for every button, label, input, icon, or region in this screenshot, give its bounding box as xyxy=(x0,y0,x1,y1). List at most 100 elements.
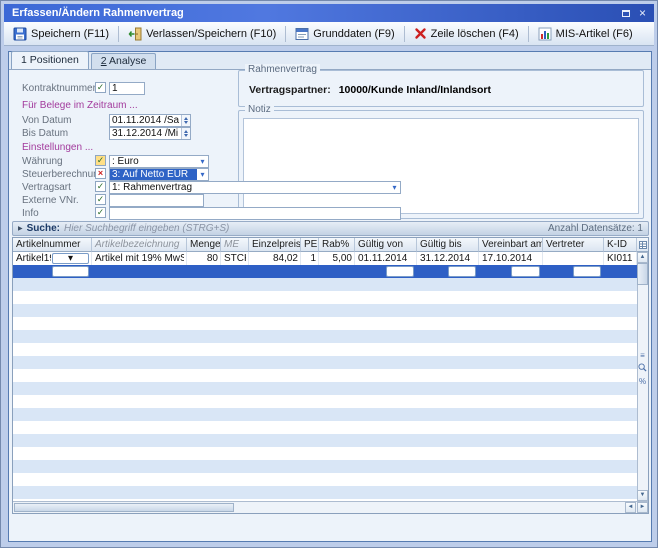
column-header-rab%[interactable]: Rab% xyxy=(319,238,355,252)
table-cell[interactable]: 1 xyxy=(301,252,319,265)
toolbar-separator xyxy=(285,26,286,42)
table-cell[interactable] xyxy=(604,265,637,278)
table-cell[interactable] xyxy=(543,252,604,265)
vscroll-thumb[interactable] xyxy=(637,263,648,285)
bis-datum-spinner[interactable] xyxy=(181,128,190,139)
grid-percent-icon[interactable]: % xyxy=(637,376,648,387)
grid-header-row: ArtikelnummerArtikelbezeichnungMengeMEEi… xyxy=(13,238,637,252)
steuerberechnung-checkbox[interactable]: × xyxy=(95,168,106,179)
horizontal-scrollbar[interactable]: ◄ ► xyxy=(13,501,648,513)
grunddaten-button[interactable]: Grunddaten (F9) xyxy=(289,24,400,44)
table-cell[interactable]: Artikel19Prozer▾ xyxy=(13,252,92,265)
table-cell[interactable] xyxy=(221,265,249,278)
table-cell[interactable] xyxy=(319,265,355,278)
waehrung-checkbox[interactable]: ✓ xyxy=(95,155,106,166)
column-chooser-button[interactable] xyxy=(637,238,648,252)
grunddaten-label: Grunddaten (F9) xyxy=(313,28,394,40)
table-cell[interactable]: ▾ xyxy=(479,265,543,278)
tab-analyse[interactable]: 2 Analyse xyxy=(91,53,157,69)
steuerberechnung-select[interactable]: 3: Auf Netto EUR ▾ xyxy=(109,168,209,181)
empty-row xyxy=(13,395,637,408)
table-cell[interactable]: ▾ xyxy=(13,265,92,278)
speichern-button[interactable]: Speichern (F11) xyxy=(7,24,115,44)
table-cell[interactable]: Artikel mit 19% MwSt. xyxy=(92,252,187,265)
table-cell[interactable]: 5,00 xyxy=(319,252,355,265)
cell-dropdown-button[interactable]: ▾ xyxy=(573,266,601,277)
table-cell[interactable]: STCK xyxy=(221,252,249,265)
bis-datum-input[interactable]: 31.12.2014 /Mi xyxy=(109,127,191,140)
empty-row xyxy=(13,317,637,330)
vertragsart-select[interactable]: 1: Rahmenvertrag ▾ xyxy=(109,181,401,194)
info-checkbox[interactable]: ✓ xyxy=(95,207,106,218)
scroll-up-button[interactable]: ▲ xyxy=(637,252,648,263)
externe-vnr-input[interactable] xyxy=(109,194,204,207)
hscroll-thumb[interactable] xyxy=(14,503,234,512)
close-button[interactable]: × xyxy=(635,6,650,20)
table-cell[interactable]: 84,02 xyxy=(249,252,301,265)
info-label: Info xyxy=(22,208,39,219)
form-row-von-datum: Von Datum 01.11.2014 /Sa xyxy=(9,114,651,127)
column-header-vereinbart-am[interactable]: Vereinbart am xyxy=(479,238,543,252)
form-row-bis-datum: Bis Datum 31.12.2014 /Mi xyxy=(9,127,651,140)
von-datum-input[interactable]: 01.11.2014 /Sa xyxy=(109,114,191,127)
cell-dropdown-button[interactable]: ▾ xyxy=(52,253,89,264)
vertragsart-value: 1: Rahmenvertrag xyxy=(110,182,389,193)
column-header-gültig-von[interactable]: Gültig von xyxy=(355,238,417,252)
scroll-left-button[interactable]: ◄ xyxy=(625,502,636,513)
table-cell[interactable]: ▾ xyxy=(543,265,604,278)
kontraktnummer-checkbox[interactable]: ✓ xyxy=(95,82,106,93)
mis-artikel-button[interactable]: MIS-Artikel (F6) xyxy=(532,24,639,44)
table-cell[interactable]: 80 xyxy=(187,252,221,265)
maximize-button[interactable] xyxy=(618,6,633,20)
column-header-artikelnummer[interactable]: Artikelnummer xyxy=(13,238,92,252)
column-header-artikelbezeichnung[interactable]: Artikelbezeichnung xyxy=(92,238,187,252)
table-cell[interactable] xyxy=(92,265,187,278)
form-row-steuerberechnung: Steuerberechnung × 3: Auf Netto EUR ▾ xyxy=(9,168,651,181)
table-row-selected[interactable]: ▾ ▾ ▾ ▾ ▾ xyxy=(13,265,637,278)
table-cell[interactable]: ▾ xyxy=(355,265,417,278)
column-header-k-id[interactable]: K-ID xyxy=(604,238,637,252)
cell-dropdown-button[interactable]: ▾ xyxy=(448,266,477,277)
scroll-right-button[interactable]: ► xyxy=(637,502,648,513)
waehrung-select[interactable]: : Euro ▾ xyxy=(109,155,209,168)
table-cell[interactable] xyxy=(301,265,319,278)
column-header-gültig-bis[interactable]: Gültig bis xyxy=(417,238,479,252)
delete-row-icon xyxy=(414,27,427,40)
vertical-scrollbar[interactable]: ▲ ≡ % ▼ xyxy=(637,252,648,501)
grid-menu-icon[interactable]: ≡ xyxy=(637,350,648,361)
tab-positionen-label: 1 Positionen xyxy=(21,52,79,69)
grid-zoom-icon[interactable] xyxy=(637,363,648,374)
table-cell[interactable]: 31.12.2014 xyxy=(417,252,479,265)
table-cell[interactable]: 01.11.2014 xyxy=(355,252,417,265)
cell-dropdown-button[interactable]: ▾ xyxy=(511,266,541,277)
bis-datum-label: Bis Datum xyxy=(22,128,68,139)
verlassen-speichern-button[interactable]: Verlassen/Speichern (F10) xyxy=(122,24,282,44)
table-cell[interactable] xyxy=(187,265,221,278)
search-placeholder[interactable]: Hier Suchbegriff eingeben (STRG+S) xyxy=(64,223,229,234)
table-row[interactable]: Artikel19Prozer▾Artikel mit 19% MwSt.80S… xyxy=(13,252,637,265)
zeile-loeschen-button[interactable]: Zeile löschen (F4) xyxy=(408,24,525,43)
column-header-me[interactable]: ME xyxy=(221,238,249,252)
empty-row xyxy=(13,460,637,473)
table-cell[interactable]: ▾ xyxy=(417,265,479,278)
vertragsart-checkbox[interactable]: ✓ xyxy=(95,181,106,192)
tab-positionen[interactable]: 1 Positionen xyxy=(11,51,89,69)
column-header-vertreter[interactable]: Vertreter xyxy=(543,238,604,252)
verlassen-speichern-label: Verlassen/Speichern (F10) xyxy=(146,28,276,40)
info-input[interactable] xyxy=(109,207,401,220)
von-datum-spinner[interactable] xyxy=(181,115,190,126)
table-cell[interactable]: 17.10.2014 xyxy=(479,252,543,265)
column-header-pe[interactable]: PE xyxy=(301,238,319,252)
table-cell[interactable] xyxy=(249,265,301,278)
search-bar[interactable]: ▶ Suche: Hier Suchbegriff eingeben (STRG… xyxy=(12,221,649,236)
scroll-down-button[interactable]: ▼ xyxy=(637,490,648,501)
cell-dropdown-button[interactable]: ▾ xyxy=(52,266,89,277)
cell-dropdown-button[interactable]: ▾ xyxy=(386,266,415,277)
toolbar-separator xyxy=(528,26,529,42)
externe-vnr-checkbox[interactable]: ✓ xyxy=(95,194,106,205)
column-header-menge[interactable]: Menge xyxy=(187,238,221,252)
kontraktnummer-input[interactable]: 1 xyxy=(109,82,145,95)
table-cell[interactable]: KI011 xyxy=(604,252,637,265)
toolbar-separator xyxy=(404,26,405,42)
column-header-einzelpreis[interactable]: Einzelpreis xyxy=(249,238,301,252)
